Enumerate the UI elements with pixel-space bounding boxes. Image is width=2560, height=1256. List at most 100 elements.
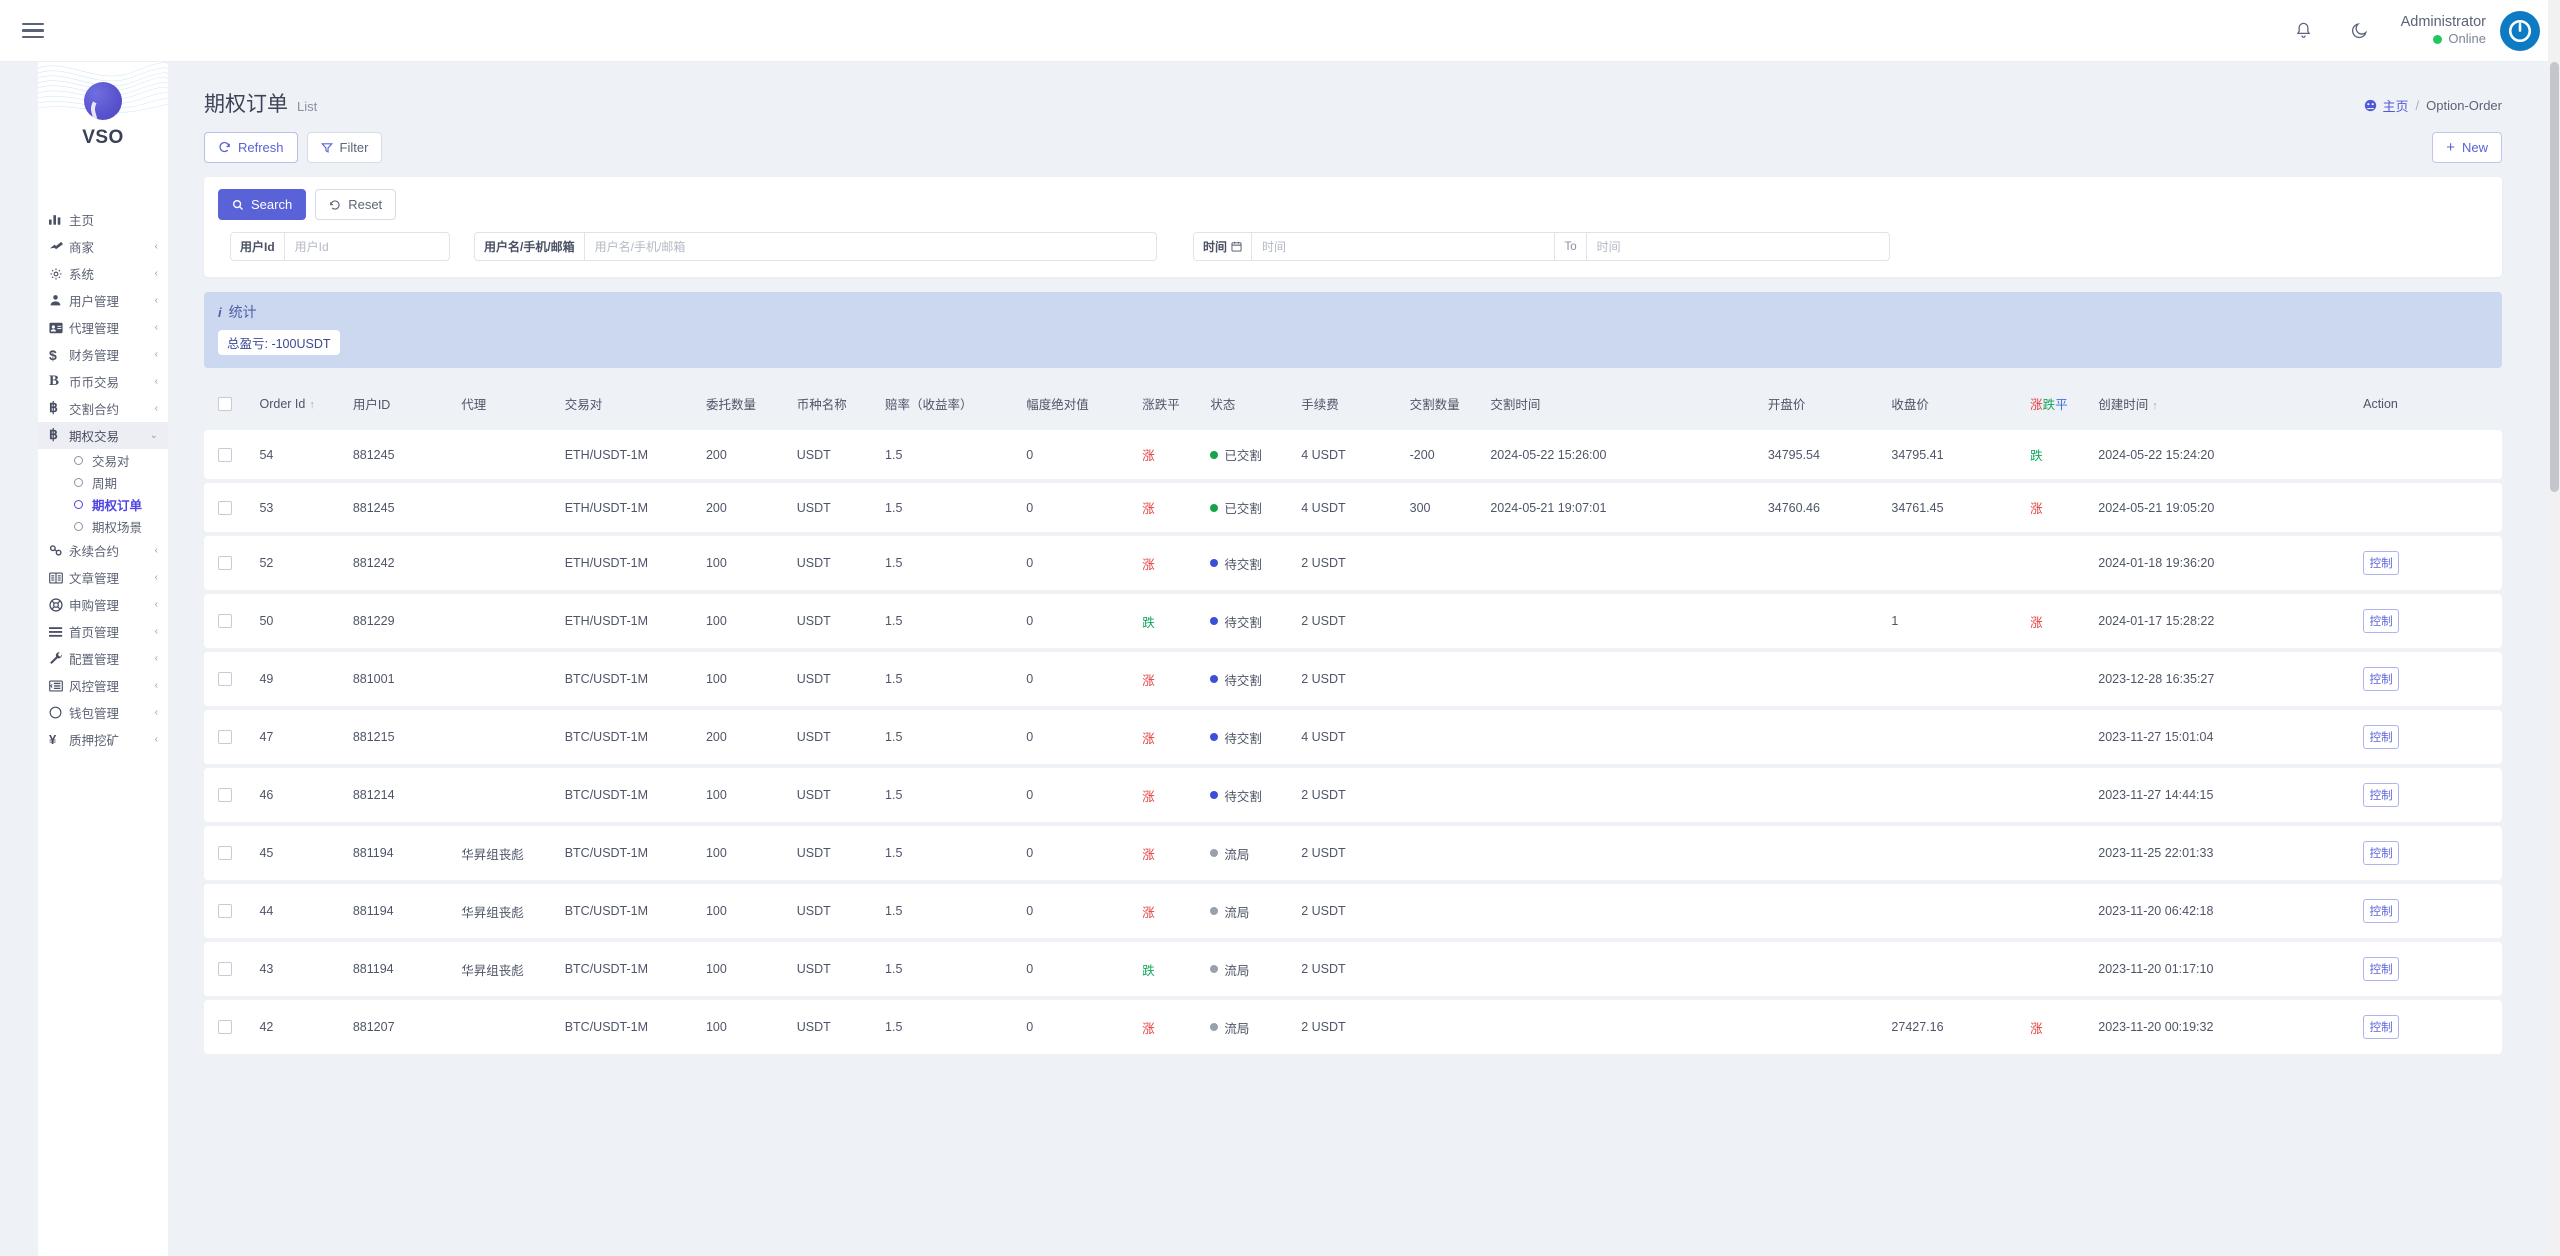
table-row[interactable]: 53 881245 ETH/USDT-1M 200 USDT 1.5 0 涨已交割 4 USDT…	[204, 483, 2502, 532]
refresh-button[interactable]: Refresh	[204, 132, 298, 163]
row-checkbox-cell[interactable]	[204, 652, 260, 706]
search-icon	[232, 199, 243, 210]
row-checkbox[interactable]	[218, 730, 232, 745]
cell-action[interactable]	[2363, 430, 2502, 479]
row-checkbox[interactable]	[218, 904, 232, 919]
bell-icon[interactable]	[2289, 16, 2319, 46]
row-checkbox[interactable]	[218, 1020, 232, 1035]
table-row[interactable]: 43 881194 华昇组丧彪 BTC/USDT-1M 100 USDT 1.5 0 跌 流局 2 …	[204, 942, 2502, 996]
row-checkbox-cell[interactable]	[204, 826, 260, 880]
filter-button[interactable]: Filter	[306, 132, 383, 163]
sidebar-item-perpetual-contract[interactable]: 永续合约 ‹	[38, 537, 168, 564]
row-checkbox-cell[interactable]	[204, 768, 260, 822]
row-checkbox-cell[interactable]	[204, 430, 260, 479]
user-name-input[interactable]	[584, 233, 1156, 260]
control-button[interactable]: 控制	[2363, 551, 2400, 575]
row-checkbox[interactable]	[218, 614, 232, 629]
sidebar-subitem-trading-pair[interactable]: 交易对	[38, 449, 168, 471]
row-checkbox[interactable]	[218, 447, 232, 462]
cell-action[interactable]: 控制	[2363, 652, 2502, 706]
time-from-input[interactable]	[1252, 233, 1555, 260]
control-button[interactable]: 控制	[2363, 899, 2400, 923]
control-button[interactable]: 控制	[2363, 783, 2400, 807]
control-button[interactable]: 控制	[2363, 957, 2400, 981]
table-row[interactable]: 42 881207 BTC/USDT-1M 100 USDT 1.5 0 涨流局 2 USDT 2…	[204, 1000, 2502, 1054]
table-row[interactable]: 46 881214 BTC/USDT-1M 100 USDT 1.5 0 涨 待交割 2 USDT…	[204, 768, 2502, 822]
sidebar-item-config-management[interactable]: 配置管理 ‹	[38, 645, 168, 672]
table-row[interactable]: 50 881229 ETH/USDT-1M 100 USDT 1.5 0 跌 待交割 2 USDT…	[204, 594, 2502, 648]
cell-action[interactable]: 控制	[2363, 884, 2502, 938]
table-row[interactable]: 52 881242 ETH/USDT-1M 100 USDT 1.5 0 涨 待交割 2 USDT…	[204, 536, 2502, 590]
row-checkbox-cell[interactable]	[204, 536, 260, 590]
sidebar-item-option-trade[interactable]: ฿ 期权交易 ⌄	[38, 422, 168, 449]
row-checkbox-cell[interactable]	[204, 483, 260, 532]
row-checkbox-cell[interactable]	[204, 594, 260, 648]
cell-action[interactable]: 控制	[2363, 826, 2502, 880]
row-checkbox-cell[interactable]	[204, 1000, 260, 1054]
cell-fee: 4 USDT	[1301, 483, 1410, 532]
breadcrumb-current[interactable]: Option-Order	[2426, 98, 2502, 113]
sidebar-subitem-option-order[interactable]: 期权订单	[38, 493, 168, 515]
row-checkbox-cell[interactable]	[204, 884, 260, 938]
reset-button[interactable]: Reset	[315, 189, 397, 220]
col-created[interactable]: 创建时间 ↑	[2098, 381, 2364, 426]
brand-inner[interactable]: VSO	[38, 62, 168, 149]
table-row[interactable]: 47 881215 BTC/USDT-1M 200 USDT 1.5 0 涨 待交割 4 USDT…	[204, 710, 2502, 764]
cell-action[interactable]: 控制	[2363, 594, 2502, 648]
sidebar-item-wallet-management[interactable]: 钱包管理 ‹	[38, 699, 168, 726]
table-row[interactable]: 49 881001 BTC/USDT-1M 100 USDT 1.5 0 涨 待交割 2 USDT…	[204, 652, 2502, 706]
table-row[interactable]: 44 881194 华昇组丧彪 BTC/USDT-1M 100 USDT 1.5 0 涨 流局 2 …	[204, 884, 2502, 938]
cell-action[interactable]: 控制	[2363, 768, 2502, 822]
control-button[interactable]: 控制	[2363, 667, 2400, 691]
page-scrollbar[interactable]	[2548, 0, 2560, 1256]
sidebar-item-article-management[interactable]: 文章管理 ‹	[38, 564, 168, 591]
sidebar-subitem-option-scene[interactable]: 期权场景	[38, 515, 168, 537]
hamburger-menu-icon[interactable]	[16, 14, 50, 48]
sidebar-item-merchant[interactable]: 商家 ‹	[38, 233, 168, 260]
cell-status: 待交割	[1210, 710, 1302, 764]
breadcrumb-home[interactable]: 主页	[2364, 96, 2409, 115]
sidebar-item-homepage-management[interactable]: 首页管理 ‹	[38, 618, 168, 645]
row-checkbox-cell[interactable]	[204, 710, 260, 764]
search-button[interactable]: Search	[218, 189, 307, 220]
sidebar-item-home[interactable]: 主页	[38, 206, 168, 233]
cell-action[interactable]	[2363, 483, 2502, 532]
sidebar-item-finance-management[interactable]: $ 财务管理 ‹	[38, 341, 168, 368]
row-checkbox[interactable]	[218, 846, 232, 861]
control-button[interactable]: 控制	[2363, 841, 2400, 865]
sidebar-item-agent-management[interactable]: 代理管理 ‹	[38, 314, 168, 341]
cell-action[interactable]: 控制	[2363, 536, 2502, 590]
avatar[interactable]	[2500, 10, 2540, 51]
sidebar-item-delivery-contract[interactable]: ฿ 交割合约 ‹	[38, 395, 168, 422]
user-menu[interactable]: Administrator Online	[2401, 10, 2540, 51]
sidebar-item-staking-mining[interactable]: ¥ 质押挖矿 ‹	[38, 726, 168, 753]
sidebar-item-subscription-management[interactable]: 申购管理 ‹	[38, 591, 168, 618]
sidebar-item-coin-trade[interactable]: B 币币交易 ‹	[38, 368, 168, 395]
row-checkbox[interactable]	[218, 500, 232, 515]
control-button[interactable]: 控制	[2363, 609, 2400, 633]
new-button[interactable]: + New	[2432, 132, 2502, 163]
row-checkbox[interactable]	[218, 788, 232, 803]
user-id-input[interactable]	[284, 233, 449, 260]
sidebar-item-system[interactable]: 系统 ‹	[38, 260, 168, 287]
sidebar-item-risk-management[interactable]: 风控管理 ‹	[38, 672, 168, 699]
row-checkbox[interactable]	[218, 672, 232, 687]
cell-action[interactable]: 控制	[2363, 942, 2502, 996]
row-checkbox[interactable]	[218, 556, 232, 571]
scrollbar-thumb[interactable]	[2550, 62, 2559, 492]
table-row[interactable]: 45 881194 华昇组丧彪 BTC/USDT-1M 100 USDT 1.5 0 涨 流局 2 …	[204, 826, 2502, 880]
control-button[interactable]: 控制	[2363, 1015, 2400, 1039]
time-to-input[interactable]	[1586, 233, 1889, 260]
cell-action[interactable]: 控制	[2363, 710, 2502, 764]
cell-action[interactable]: 控制	[2363, 1000, 2502, 1054]
cell-abs-range: 0	[1026, 942, 1143, 996]
col-order-id[interactable]: Order Id ↑	[259, 381, 353, 426]
sidebar-item-user-management[interactable]: 用户管理 ‹	[38, 287, 168, 314]
table-row[interactable]: 54 881245 ETH/USDT-1M 200 USDT 1.5 0 涨 已交割 4 USDT…	[204, 430, 2502, 479]
select-all-checkbox[interactable]	[218, 396, 232, 411]
sidebar-subitem-period[interactable]: 周期	[38, 471, 168, 493]
control-button[interactable]: 控制	[2363, 725, 2400, 749]
moon-icon[interactable]	[2345, 16, 2375, 46]
row-checkbox[interactable]	[218, 962, 232, 977]
row-checkbox-cell[interactable]	[204, 942, 260, 996]
